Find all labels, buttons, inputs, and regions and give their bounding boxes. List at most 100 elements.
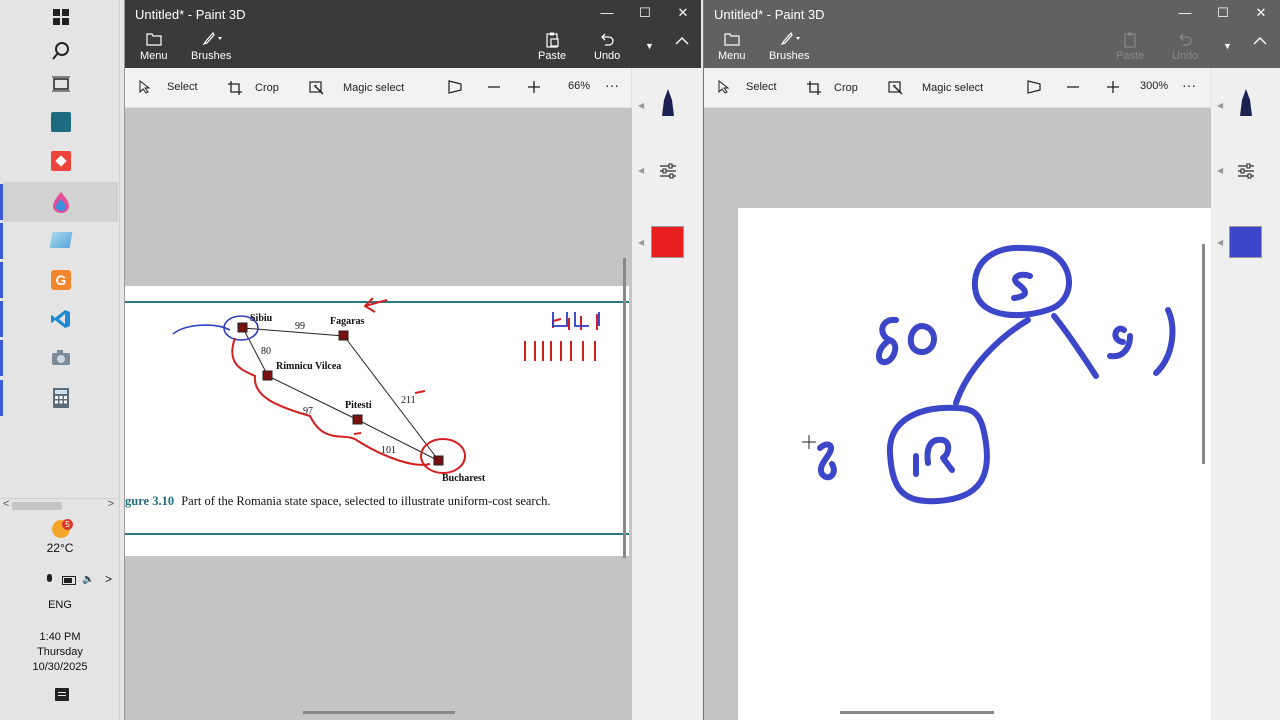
tray-chevron-icon[interactable]: > <box>105 572 112 586</box>
more-options-button[interactable]: ··· <box>1182 77 1196 93</box>
window-title: Untitled* - Paint 3D <box>135 7 246 22</box>
menu-button[interactable]: Menu <box>140 32 168 62</box>
microphone-icon[interactable] <box>44 574 54 586</box>
menu-button[interactable]: Menu <box>718 32 746 62</box>
cursor-icon <box>718 80 730 94</box>
language-indicator[interactable]: ENG <box>0 599 120 611</box>
marker-brush-icon[interactable] <box>660 88 676 123</box>
paint3d-icon[interactable] <box>50 191 72 213</box>
crop-tool[interactable]: Crop <box>227 80 279 96</box>
panel-arrow-icon[interactable]: ◀ <box>1217 238 1223 247</box>
close-button[interactable]: ✕ <box>676 6 690 20</box>
magic-select-tool[interactable]: Magic select <box>309 80 404 96</box>
app-tile-icon[interactable] <box>50 111 72 133</box>
taskbar-open-indicator <box>0 301 3 337</box>
paste-button[interactable]: Paste <box>538 32 566 62</box>
canvas-area[interactable]: Sibiu Fagaras Rimnicu Vilcea Pitesti Buc… <box>125 108 632 720</box>
current-color-swatch[interactable] <box>651 226 684 258</box>
clock-time[interactable]: 1:40 PM <box>0 631 120 643</box>
zoom-out-button[interactable] <box>487 80 501 94</box>
taskbar-scrollbar[interactable]: < > <box>0 498 118 512</box>
close-button[interactable]: ✕ <box>1254 6 1268 20</box>
zoom-level[interactable]: 300% <box>1140 80 1168 92</box>
notepad-icon[interactable] <box>49 229 73 251</box>
camera-app-icon[interactable] <box>50 347 72 369</box>
panel-arrow-icon[interactable]: ◀ <box>1217 166 1223 175</box>
marker-brush-icon[interactable] <box>1238 88 1254 123</box>
crop-tool[interactable]: Crop <box>806 80 858 96</box>
task-view-icon[interactable] <box>50 73 72 95</box>
panel-arrow-icon[interactable]: ◀ <box>1217 101 1223 110</box>
clock-date[interactable]: 10/30/2025 <box>0 661 120 673</box>
view-3d-button[interactable] <box>1026 80 1042 94</box>
brush-settings-icon[interactable] <box>1237 163 1255 184</box>
maximize-button[interactable]: ☐ <box>1216 6 1230 20</box>
scroll-right-arrow[interactable]: > <box>108 498 114 510</box>
tree-sketch <box>802 244 1176 505</box>
brush-icon <box>769 31 809 50</box>
clock-day[interactable]: Thursday <box>0 646 120 658</box>
panel-arrow-icon[interactable]: ◀ <box>638 101 644 110</box>
panel-arrow-icon[interactable]: ◀ <box>638 238 644 247</box>
temperature-text[interactable]: 22°C <box>0 541 120 555</box>
undo-button[interactable]: Undo <box>1172 32 1198 62</box>
maximize-button[interactable]: ☐ <box>638 6 652 20</box>
undo-button[interactable]: Undo <box>594 32 620 62</box>
select-tool[interactable]: Select <box>139 80 198 94</box>
tool-bar: Select Crop Magic select 66% ··· <box>125 68 631 108</box>
more-options-button[interactable]: ··· <box>605 77 619 93</box>
brushes-button[interactable]: Brushes <box>191 31 232 62</box>
minimize-button[interactable]: — <box>1178 6 1192 20</box>
view-3d-button[interactable] <box>447 80 463 94</box>
current-color-swatch[interactable] <box>1229 226 1262 258</box>
magic-select-icon <box>309 81 324 95</box>
vertical-scrollbar[interactable] <box>623 258 626 558</box>
view-3d-icon <box>1027 80 1041 94</box>
scroll-left-arrow[interactable]: < <box>3 498 9 510</box>
notification-center-icon[interactable] <box>55 688 69 701</box>
title-bar: Untitled* - Paint 3D — ☐ ✕ <box>125 0 701 28</box>
taskbar: G < > 5 22°C 🔈 > ENG 1:40 PM Thursday 10… <box>0 0 120 720</box>
foxit-icon[interactable]: G <box>50 269 72 291</box>
canvas-area[interactable] <box>704 108 1211 720</box>
paste-button[interactable]: Paste <box>1116 32 1144 62</box>
crop-label: Crop <box>255 82 279 94</box>
weather-widget-icon[interactable]: 5 <box>52 519 73 540</box>
title-bar: Untitled* - Paint 3D — ☐ ✕ <box>704 0 1280 28</box>
brushes-label: Brushes <box>191 50 232 62</box>
undo-history-dropdown-icon[interactable]: ▼ <box>1223 41 1232 51</box>
select-tool[interactable]: Select <box>718 80 777 94</box>
scroll-thumb[interactable] <box>12 502 62 510</box>
magic-select-tool[interactable]: Magic select <box>888 80 983 96</box>
paint3d-window-right: Untitled* - Paint 3D — ☐ ✕ Menu Brushes … <box>703 0 1280 720</box>
zoom-out-button[interactable] <box>1066 80 1080 94</box>
zoom-in-button[interactable] <box>527 80 541 94</box>
vertical-scrollbar[interactable] <box>1202 244 1205 464</box>
collapse-ribbon-icon[interactable] <box>675 36 689 49</box>
brushes-button[interactable]: Brushes <box>769 31 809 62</box>
search-icon[interactable] <box>50 40 72 62</box>
calculator-icon[interactable] <box>50 387 72 409</box>
horizontal-scrollbar[interactable] <box>840 711 994 714</box>
minimize-button[interactable]: — <box>600 6 614 20</box>
zoom-in-button[interactable] <box>1106 80 1120 94</box>
plus-icon <box>528 81 540 93</box>
brush-icon <box>191 31 231 50</box>
volume-icon[interactable]: 🔈 <box>82 574 94 585</box>
anydesk-icon[interactable] <box>50 150 72 172</box>
collapse-ribbon-icon[interactable] <box>1253 36 1267 49</box>
battery-icon[interactable] <box>62 576 76 585</box>
minus-icon <box>488 86 500 88</box>
windows-start-icon[interactable] <box>50 6 72 28</box>
cursor-icon <box>139 80 151 94</box>
drawing-canvas[interactable] <box>738 208 1211 720</box>
figure-caption: gure 3.10 Part of the Romania state spac… <box>125 494 551 509</box>
panel-arrow-icon[interactable]: ◀ <box>638 166 644 175</box>
brush-settings-icon[interactable] <box>659 163 677 184</box>
node-label: Bucharest <box>442 473 486 484</box>
figure-canvas[interactable]: Sibiu Fagaras Rimnicu Vilcea Pitesti Buc… <box>125 286 629 556</box>
undo-history-dropdown-icon[interactable]: ▼ <box>645 41 654 51</box>
zoom-level[interactable]: 66% <box>568 80 590 92</box>
vscode-icon[interactable] <box>50 308 72 330</box>
horizontal-scrollbar[interactable] <box>303 711 455 714</box>
